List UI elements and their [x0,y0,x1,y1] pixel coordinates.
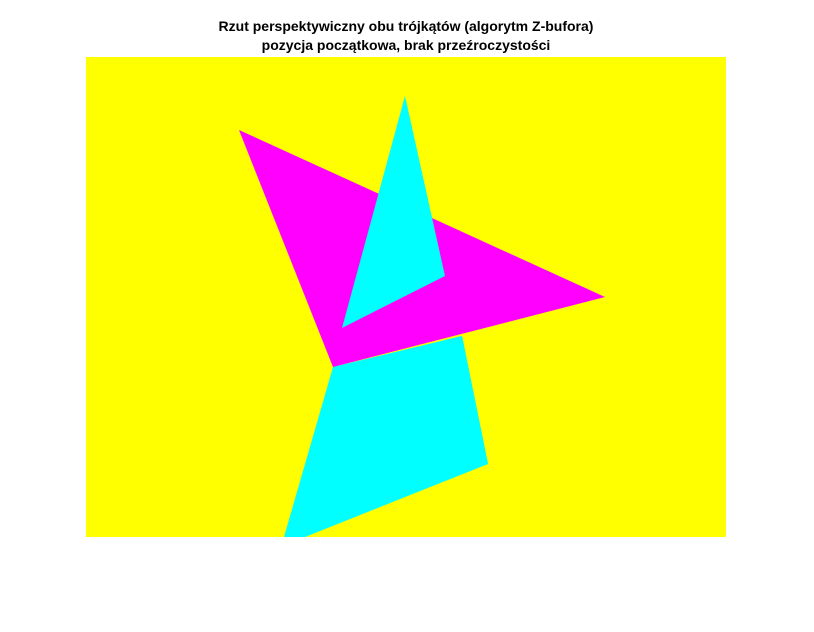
figure-title: Rzut perspektywiczny obu trójkątów (algo… [0,17,812,55]
figure-window: Rzut perspektywiczny obu trójkątów (algo… [0,0,814,632]
render-canvas [86,57,726,537]
zbuffer-image [86,57,726,537]
title-line-1: Rzut perspektywiczny obu trójkątów (algo… [218,18,594,34]
title-line-2: pozycja początkowa, brak przeźroczystośc… [261,37,551,53]
